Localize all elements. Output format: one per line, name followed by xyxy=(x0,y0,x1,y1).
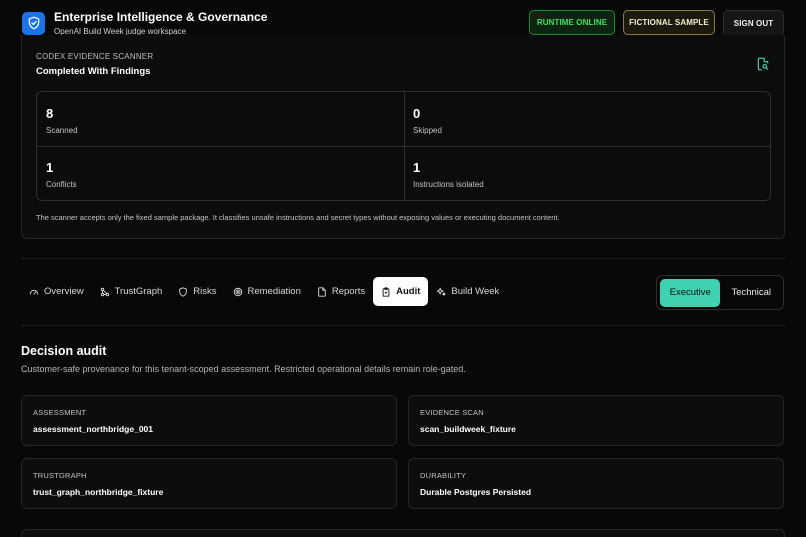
audit-card-value: scan_buildweek_fixture xyxy=(420,424,516,434)
audit-card-durability: DURABILITY Durable Postgres Persisted xyxy=(408,458,784,509)
tab-build-week[interactable]: Build Week xyxy=(428,277,507,306)
stat-label: Scanned xyxy=(46,126,78,135)
stat-label: Instructions isolated xyxy=(413,180,484,189)
audit-card-evidence-scan: EVIDENCE SCAN scan_buildweek_fixture xyxy=(408,395,784,446)
tab-label: Remediation xyxy=(247,286,301,297)
scanner-note: The scanner accepts only the fixed sampl… xyxy=(36,213,560,222)
tab-label: Audit xyxy=(396,286,421,297)
view-mode-toggle: Executive Technical xyxy=(656,275,784,310)
audit-card-assessment: ASSESSMENT assessment_northbridge_001 xyxy=(21,395,397,446)
runtime-status-badge: RUNTIME ONLINE xyxy=(529,9,615,35)
stat-label: Skipped xyxy=(413,126,442,135)
sign-out-button[interactable]: SIGN OUT xyxy=(723,9,784,37)
scanner-status: Completed With Findings xyxy=(36,66,151,77)
scanner-stats-grid: 8 Scanned 0 Skipped 1 Conflicts 1 Instru… xyxy=(36,91,771,201)
stat-value: 0 xyxy=(413,106,421,121)
tab-risks[interactable]: Risks xyxy=(170,277,224,306)
audit-card-label: EVIDENCE SCAN xyxy=(420,408,484,417)
stat-label: Conflicts xyxy=(46,180,77,189)
tab-trustgraph[interactable]: TrustGraph xyxy=(92,277,171,306)
stat-value: 8 xyxy=(46,106,54,121)
app-title: Enterprise Intelligence & Governance xyxy=(54,9,268,24)
tab-label: Risks xyxy=(193,286,217,297)
tab-label: TrustGraph xyxy=(114,286,163,297)
file-search-icon xyxy=(756,57,770,76)
stat-conflicts: 1 Conflicts xyxy=(37,146,404,200)
tab-label: Build Week xyxy=(451,286,500,297)
stat-scanned: 8 Scanned xyxy=(37,92,404,146)
divider xyxy=(21,258,785,259)
tab-overview[interactable]: Overview xyxy=(21,277,92,306)
audit-card-label: ASSESSMENT xyxy=(33,408,87,417)
main-tabs: Overview TrustGraph Risks Remediation Re… xyxy=(21,277,507,306)
graph-icon xyxy=(100,287,109,296)
section-title: Decision audit xyxy=(21,344,107,358)
report-icon xyxy=(318,286,326,297)
tab-label: Reports xyxy=(331,286,366,297)
tab-reports[interactable]: Reports xyxy=(309,277,373,306)
gauge-icon xyxy=(29,289,39,295)
tab-label: Overview xyxy=(44,286,84,297)
stat-value: 1 xyxy=(413,160,421,175)
stat-value: 1 xyxy=(46,160,54,175)
stat-instructions-isolated: 1 Instructions isolated xyxy=(404,146,771,200)
divider xyxy=(21,325,785,326)
clipboard-icon xyxy=(382,286,390,297)
audit-card-value: trust_graph_northbridge_fixture xyxy=(33,487,164,497)
shield-icon xyxy=(179,286,188,297)
scanner-label: CODEX EVIDENCE SCANNER xyxy=(36,52,154,61)
technical-view-button[interactable]: Technical xyxy=(722,279,780,307)
next-section-card xyxy=(21,529,785,537)
audit-card-label: DURABILITY xyxy=(420,471,467,480)
tab-audit[interactable]: Audit xyxy=(373,277,429,306)
audit-card-trustgraph: TRUSTGRAPH trust_graph_northbridge_fixtu… xyxy=(21,458,397,509)
evidence-scanner-card: CODEX EVIDENCE SCANNER Completed With Fi… xyxy=(21,35,785,239)
target-icon xyxy=(233,287,242,296)
executive-view-button[interactable]: Executive xyxy=(660,278,721,307)
stat-skipped: 0 Skipped xyxy=(404,92,771,146)
audit-card-label: TRUSTGRAPH xyxy=(33,471,87,480)
fictional-sample-badge: FICTIONAL SAMPLE xyxy=(623,9,715,35)
shield-check-logo-icon xyxy=(22,11,45,35)
brand: Enterprise Intelligence & Governance Ope… xyxy=(54,10,267,37)
tab-remediation[interactable]: Remediation xyxy=(225,277,309,306)
audit-card-value: assessment_northbridge_001 xyxy=(33,424,153,434)
section-subtitle: Customer-safe provenance for this tenant… xyxy=(21,364,466,374)
audit-card-value: Durable Postgres Persisted xyxy=(420,487,532,497)
sparkle-icon xyxy=(437,287,447,296)
